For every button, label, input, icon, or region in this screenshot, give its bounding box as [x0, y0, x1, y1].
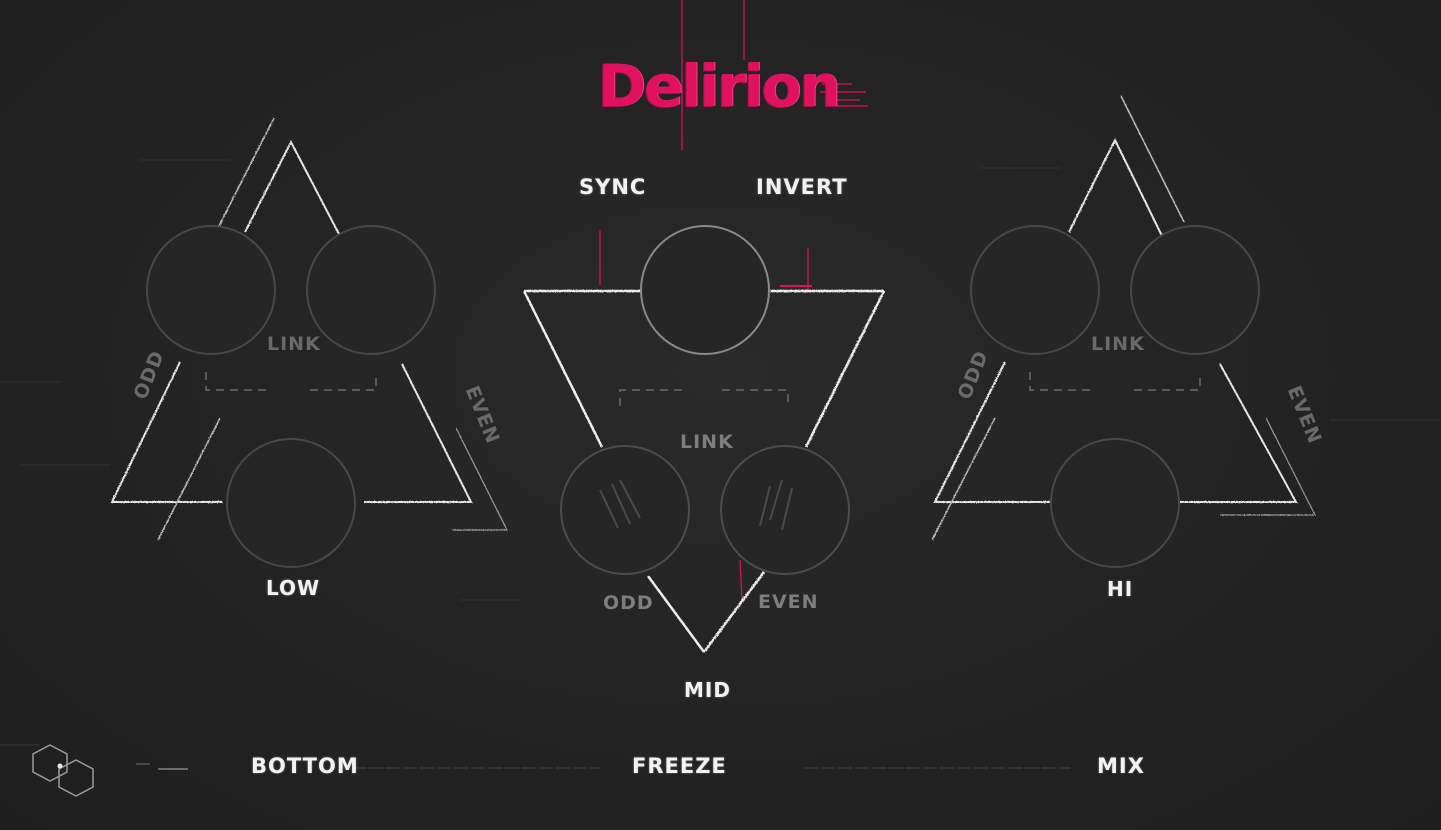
low-even-knob[interactable] [307, 226, 435, 354]
app-title: Delirion [598, 52, 841, 120]
hi-link-button[interactable]: LINK [1091, 333, 1145, 355]
mid-odd-knob[interactable] [561, 446, 689, 574]
low-link-button[interactable]: LINK [267, 333, 321, 355]
mid-link-button[interactable]: LINK [680, 431, 734, 453]
low-odd-knob[interactable] [147, 226, 275, 354]
sync-button[interactable]: SYNC [579, 175, 646, 199]
mid-band-label: MID [684, 678, 731, 702]
hi-odd-knob[interactable] [971, 226, 1099, 354]
freeze-button[interactable]: FREEZE [632, 754, 727, 778]
mid-even-knob[interactable] [721, 446, 849, 574]
mix-control[interactable]: MIX [1097, 754, 1145, 778]
hi-gain-knob[interactable] [1051, 439, 1179, 567]
hi-even-knob[interactable] [1131, 226, 1259, 354]
low-gain-knob[interactable] [227, 439, 355, 567]
mid-gain-knob[interactable] [641, 226, 769, 354]
mid-odd-label: ODD [603, 592, 654, 614]
low-band-label: LOW [266, 576, 321, 600]
plugin-artwork [0, 0, 1441, 797]
invert-button[interactable]: INVERT [756, 175, 848, 199]
mid-band-link-bracket [619, 389, 789, 406]
mid-even-label: EVEN [758, 591, 819, 613]
delirion-plugin-window: Delirion SYNC INVERT LINK ODD EVEN LOW L… [0, 0, 1441, 830]
bottom-button[interactable]: BOTTOM [251, 754, 359, 778]
low-band-link-bracket [205, 372, 377, 391]
hi-band-link-bracket [1029, 372, 1201, 391]
hi-band-label: HI [1107, 577, 1134, 601]
hexagon-logo-icon[interactable] [32, 744, 94, 797]
